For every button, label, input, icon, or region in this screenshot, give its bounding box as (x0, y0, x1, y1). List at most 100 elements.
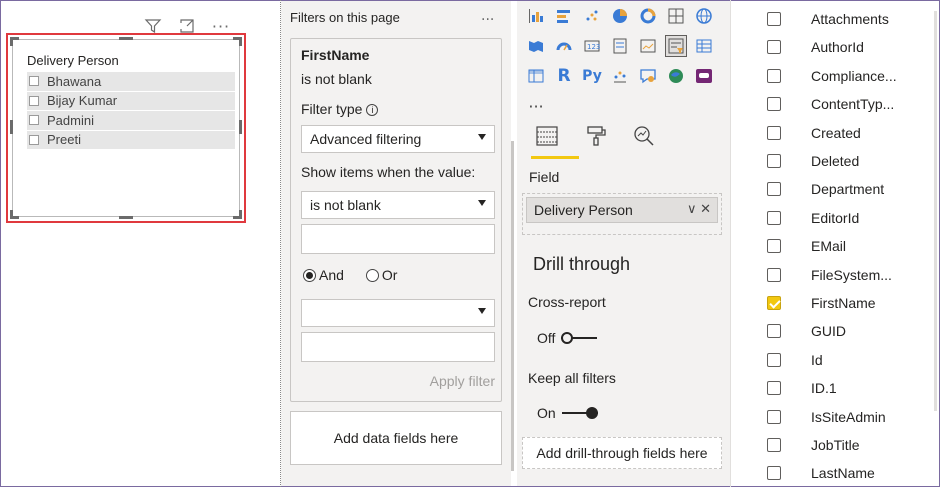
resize-handle[interactable] (239, 210, 242, 219)
card-icon[interactable]: 123 (581, 35, 603, 57)
resize-handle[interactable] (10, 210, 13, 219)
kpi-icon[interactable] (637, 35, 659, 57)
and-radio[interactable]: And (303, 267, 344, 283)
resize-handle[interactable] (119, 37, 133, 40)
stacked-bar-chart-icon[interactable] (553, 5, 575, 27)
multi-row-card-icon[interactable] (609, 35, 631, 57)
field-list-item[interactable]: FileSystem... (767, 267, 892, 283)
checkbox[interactable] (29, 134, 39, 145)
matrix-icon[interactable] (525, 65, 547, 87)
field-list-item[interactable]: EditorId (767, 210, 859, 226)
checkbox[interactable] (767, 154, 781, 168)
cross-report-toggle[interactable]: Off (537, 330, 598, 346)
python-visual-icon[interactable]: Py (581, 65, 603, 87)
checkbox[interactable] (767, 409, 781, 424)
filter-field-name[interactable]: FirstName (301, 47, 369, 63)
drill-through-well[interactable]: Add drill-through fields here (522, 437, 722, 469)
field-list-item[interactable]: Id (767, 352, 823, 368)
field-list-item[interactable]: Created (767, 125, 861, 141)
field-list-item[interactable]: ContentTyp... (767, 96, 894, 112)
field-list-item[interactable]: JobTitle (767, 437, 860, 453)
field-list-item[interactable]: FirstName (767, 295, 876, 311)
key-influencers-icon[interactable] (609, 65, 631, 87)
field-list-item[interactable]: EMail (767, 238, 846, 254)
map-icon[interactable] (693, 5, 715, 27)
condition2-input[interactable] (301, 332, 495, 362)
field-list-item[interactable]: LastName (767, 465, 875, 481)
close-icon[interactable]: ✕ (700, 201, 711, 216)
scatter-chart-icon[interactable] (581, 5, 603, 27)
apply-filter-button[interactable]: Apply filter (430, 373, 495, 389)
stacked-column-chart-icon[interactable] (525, 5, 547, 27)
analytics-magnifier-icon[interactable] (633, 125, 655, 152)
treemap-icon[interactable] (665, 5, 687, 27)
filters-more-button[interactable]: ... (481, 8, 494, 24)
condition1-input[interactable] (301, 224, 495, 254)
checkbox[interactable] (767, 267, 781, 282)
slicer-item[interactable]: Padmini (27, 111, 235, 131)
field-list-item[interactable]: Attachments (767, 11, 889, 27)
checkbox[interactable] (767, 239, 781, 254)
field-list-item[interactable]: Deleted (767, 153, 859, 169)
field-name: Created (811, 124, 861, 141)
resize-handle[interactable] (10, 120, 13, 134)
field-list-item[interactable]: Compliance... (767, 68, 897, 84)
fields-tab-icon[interactable] (535, 125, 559, 152)
checkbox[interactable] (29, 76, 39, 87)
filled-map-icon[interactable] (525, 35, 547, 57)
field-list-item[interactable]: ID.1 (767, 380, 837, 396)
condition2-dropdown[interactable] (301, 299, 495, 327)
checkbox[interactable] (767, 12, 781, 26)
r-visual-icon[interactable]: R (553, 65, 575, 87)
resize-handle[interactable] (10, 37, 13, 46)
fields-scrollbar[interactable] (934, 11, 937, 411)
field-list-item[interactable]: IsSiteAdmin (767, 409, 886, 425)
field-list-item[interactable]: AuthorId (767, 39, 864, 55)
resize-handle[interactable] (239, 120, 242, 134)
add-data-fields-well[interactable]: Add data fields here (290, 411, 502, 465)
checkbox[interactable] (767, 40, 781, 55)
resize-handle[interactable] (239, 37, 242, 46)
more-visuals-icon[interactable]: ··· (525, 95, 547, 117)
toggle-switch[interactable] (561, 332, 598, 344)
toggle-switch[interactable] (561, 407, 598, 419)
checkbox[interactable] (767, 352, 781, 367)
checkbox[interactable] (767, 97, 781, 112)
checkbox[interactable] (767, 210, 781, 225)
checkbox[interactable] (767, 68, 781, 83)
field-list-item[interactable]: Department (767, 181, 884, 197)
donut-chart-icon[interactable] (637, 5, 659, 27)
condition1-dropdown[interactable]: is not blank (301, 191, 495, 219)
resize-handle[interactable] (119, 216, 133, 219)
checkbox-checked[interactable] (767, 296, 781, 310)
checkbox[interactable] (767, 324, 781, 339)
slicer-item[interactable]: Bhawana (27, 72, 235, 92)
gauge-icon[interactable] (553, 35, 575, 57)
filters-scrollbar[interactable] (511, 141, 514, 471)
checkbox[interactable] (29, 115, 39, 126)
pie-chart-icon[interactable] (609, 5, 631, 27)
checkbox[interactable] (767, 125, 781, 140)
field-list-item[interactable]: GUID (767, 323, 846, 339)
slicer-item[interactable]: Bijay Kumar (27, 91, 235, 111)
slicer-icon[interactable] (665, 35, 687, 57)
slicer-item[interactable]: Preeti (27, 130, 235, 150)
checkbox[interactable] (767, 466, 781, 481)
table-icon[interactable] (693, 35, 715, 57)
condition1-value: is not blank (310, 197, 381, 213)
format-paint-roller-icon[interactable] (585, 125, 607, 152)
chevron-down-icon[interactable]: ∨ (687, 201, 697, 216)
checkbox[interactable] (767, 438, 781, 452)
slicer-visual[interactable]: Delivery Person Bhawana Bijay Kumar Padm… (10, 37, 242, 219)
keep-filters-toggle[interactable]: On (537, 405, 598, 421)
checkbox[interactable] (767, 381, 781, 396)
arcgis-map-icon[interactable] (665, 65, 687, 87)
field-pill[interactable]: Delivery Person ∨ ✕ (526, 197, 718, 223)
checkbox[interactable] (767, 182, 781, 197)
qa-icon[interactable] (637, 65, 659, 87)
power-apps-icon[interactable] (693, 65, 715, 87)
checkbox[interactable] (29, 95, 39, 106)
info-icon[interactable]: i (366, 104, 379, 116)
filter-type-dropdown[interactable]: Advanced filtering (301, 125, 495, 153)
or-radio[interactable]: Or (365, 267, 397, 283)
